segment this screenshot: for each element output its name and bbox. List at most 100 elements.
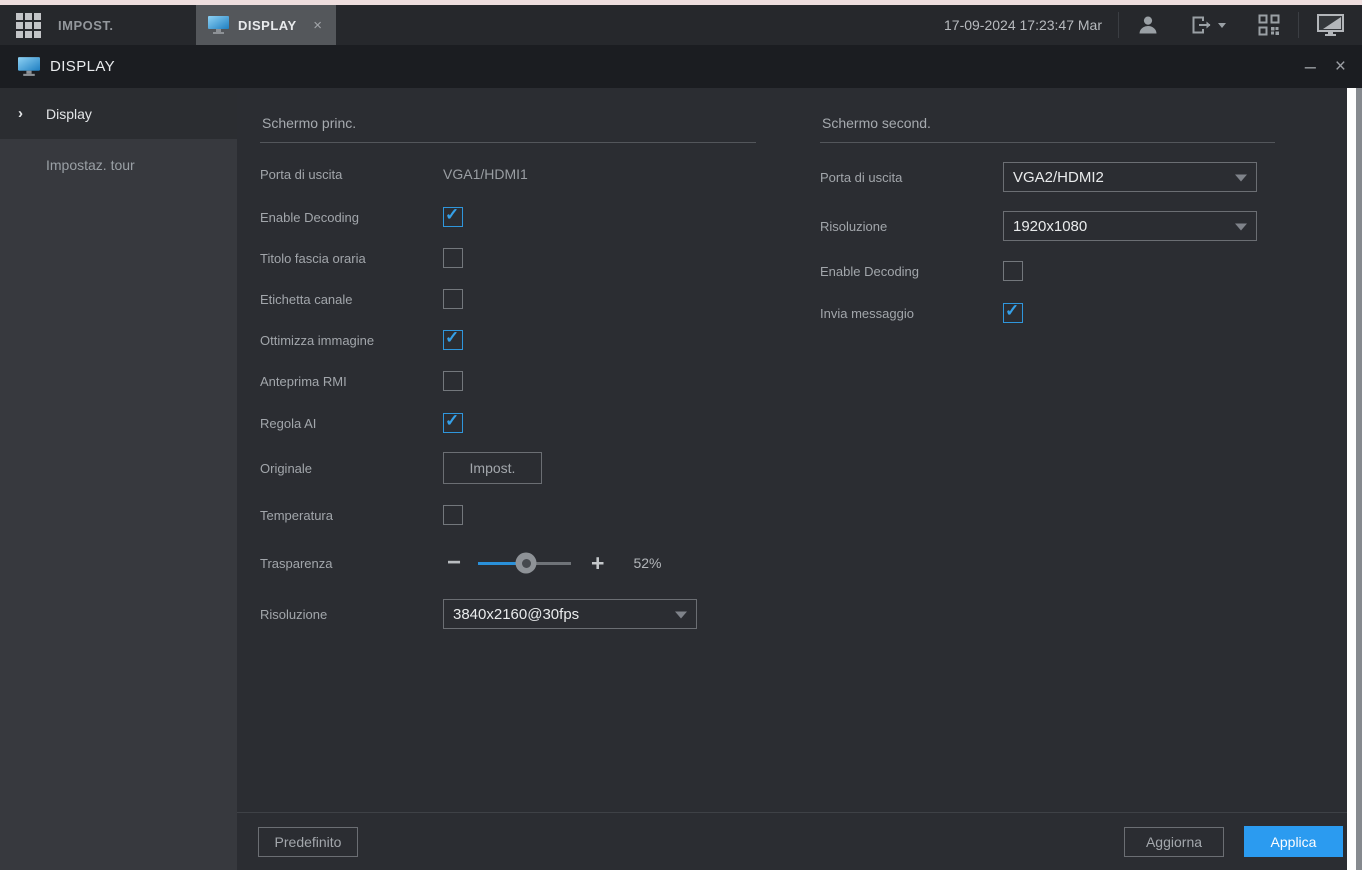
qr-code-icon[interactable] (1240, 5, 1298, 45)
chevron-down-icon (1235, 224, 1247, 231)
refresh-button[interactable]: Aggiorna (1124, 827, 1224, 857)
chevron-right-icon: › (18, 104, 23, 121)
image-enhance-row: Ottimizza immagine ✓ (260, 325, 782, 355)
field-label: Regola AI (260, 416, 443, 431)
nvr-screen: IMPOST. DISPLAY × 17-09-2024 17: (0, 0, 1362, 870)
time-title-row: Titolo fascia oraria ✓ (260, 243, 782, 273)
scrollbar-thumb[interactable] (1347, 88, 1356, 870)
check-icon: ✓ (445, 205, 459, 225)
channel-title-checkbox[interactable]: ✓ (443, 289, 463, 309)
secondary-screen-section: Schermo second. Porta di uscita VGA2/HDM… (820, 88, 1277, 328)
dropdown-value: 3840x2160@30fps (453, 606, 579, 623)
ai-rule-checkbox[interactable]: ✓ (443, 413, 463, 433)
home-tab-label[interactable]: IMPOST. (58, 18, 114, 33)
image-enhance-checkbox[interactable]: ✓ (443, 330, 463, 350)
resolution-dropdown[interactable]: 3840x2160@30fps (443, 599, 697, 629)
window-title-bar: DISPLAY – × (0, 45, 1362, 88)
sidebar-item-display[interactable]: › Display (0, 88, 237, 139)
original-row: Originale Impost. (260, 452, 782, 484)
default-button[interactable]: Predefinito (258, 827, 358, 857)
home-menu[interactable]: IMPOST. (0, 13, 196, 38)
time-title-checkbox[interactable]: ✓ (443, 248, 463, 268)
logout-button[interactable] (1177, 5, 1240, 45)
divider (820, 142, 1275, 143)
field-label: Originale (260, 461, 443, 476)
transparency-row: Trasparenza − + 52% (260, 548, 782, 578)
enable-decoding-checkbox[interactable]: ✓ (1003, 261, 1023, 281)
resolution-dropdown[interactable]: 1920x1080 (1003, 211, 1257, 241)
apply-button[interactable]: Applica (1244, 826, 1343, 857)
divider (260, 142, 756, 143)
close-icon[interactable]: × (1333, 57, 1348, 76)
field-label: Porta di uscita (820, 170, 1003, 185)
field-label: Risoluzione (820, 219, 1003, 234)
monitor-icon (18, 57, 40, 76)
send-message-checkbox[interactable]: ✓ (1003, 303, 1023, 323)
field-label: Ottimizza immagine (260, 333, 443, 348)
logout-caret-icon[interactable] (1218, 23, 1226, 28)
original-settings-button[interactable]: Impost. (443, 452, 542, 484)
send-message-row: Invia messaggio ✓ (820, 298, 1277, 328)
section-title: Schermo second. (822, 115, 931, 131)
field-label: Etichetta canale (260, 292, 443, 307)
window-title: DISPLAY (50, 58, 115, 75)
section-title: Schermo princ. (262, 115, 356, 131)
tab-display-label[interactable]: DISPLAY (238, 18, 300, 33)
rmi-preview-row: Anteprima RMI ✓ (260, 366, 782, 396)
apps-grid-icon[interactable] (16, 13, 41, 38)
main-screen-section: Schermo princ. Porta di uscita VGA1/HDMI… (260, 88, 782, 629)
field-label: Porta di uscita (260, 167, 443, 182)
tab-close-icon[interactable]: × (309, 16, 326, 35)
sidebar-item-label: Impostaz. tour (46, 157, 135, 173)
scrollbar-track (1356, 88, 1362, 870)
field-label: Anteprima RMI (260, 374, 443, 389)
field-label: Enable Decoding (820, 264, 1003, 279)
check-icon: ✓ (445, 328, 459, 348)
user-account-icon[interactable] (1119, 5, 1177, 45)
dropdown-value: 1920x1080 (1013, 218, 1087, 235)
field-label: Temperatura (260, 508, 443, 523)
tab-bar: IMPOST. DISPLAY × 17-09-2024 17: (0, 5, 1362, 45)
sidebar: › Display Impostaz. tour (0, 88, 237, 870)
slider-decrease-button[interactable]: − (447, 551, 461, 575)
field-label: Invia messaggio (820, 306, 1003, 321)
dropdown-value: VGA2/HDMI2 (1013, 169, 1104, 186)
chevron-down-icon (1235, 175, 1247, 182)
temperature-row: Temperatura ✓ (260, 500, 782, 530)
enable-decoding-checkbox[interactable]: ✓ (443, 207, 463, 227)
footer-bar: Predefinito Aggiorna Applica (237, 812, 1347, 870)
rmi-preview-checkbox[interactable]: ✓ (443, 371, 463, 391)
vertical-scrollbar[interactable] (1347, 88, 1362, 870)
minimize-icon[interactable]: – (1302, 62, 1319, 72)
check-icon: ✓ (445, 411, 459, 431)
sidebar-item-tour-settings[interactable]: Impostaz. tour (0, 139, 237, 190)
transparency-slider[interactable] (478, 562, 571, 565)
sidebar-item-label: Display (46, 106, 92, 122)
ai-rule-row: Regola AI ✓ (260, 408, 782, 438)
field-label: Risoluzione (260, 607, 443, 622)
tab-bar-right: 17-09-2024 17:23:47 Mar (944, 5, 1362, 45)
display-settings-panel: Schermo princ. Porta di uscita VGA1/HDMI… (237, 88, 1362, 870)
enable-decoding-row: Enable Decoding ✓ (260, 202, 782, 232)
temperature-checkbox[interactable]: ✓ (443, 505, 463, 525)
check-icon: ✓ (1005, 301, 1019, 321)
chevron-down-icon (675, 612, 687, 619)
field-label: Titolo fascia oraria (260, 251, 443, 266)
field-label: Enable Decoding (260, 210, 443, 225)
transparency-value: 52% (633, 555, 661, 571)
datetime-display: 17-09-2024 17:23:47 Mar (944, 17, 1102, 33)
monitor-icon (208, 16, 229, 34)
channel-title-row: Etichetta canale ✓ (260, 284, 782, 314)
output-port-value: VGA1/HDMI1 (443, 166, 528, 182)
enable-decoding-row: Enable Decoding ✓ (820, 256, 1277, 286)
display-output-icon[interactable] (1299, 5, 1362, 45)
output-port-dropdown[interactable]: VGA2/HDMI2 (1003, 162, 1257, 192)
output-port-row: Porta di uscita VGA2/HDMI2 (820, 162, 1277, 192)
tab-display[interactable]: DISPLAY × (196, 5, 336, 45)
resolution-row: Risoluzione 3840x2160@30fps (260, 599, 782, 629)
resolution-row: Risoluzione 1920x1080 (820, 211, 1277, 241)
slider-handle[interactable] (516, 553, 537, 574)
slider-increase-button[interactable]: + (591, 552, 604, 575)
field-label: Trasparenza (260, 556, 443, 571)
output-port-row: Porta di uscita VGA1/HDMI1 (260, 159, 782, 189)
